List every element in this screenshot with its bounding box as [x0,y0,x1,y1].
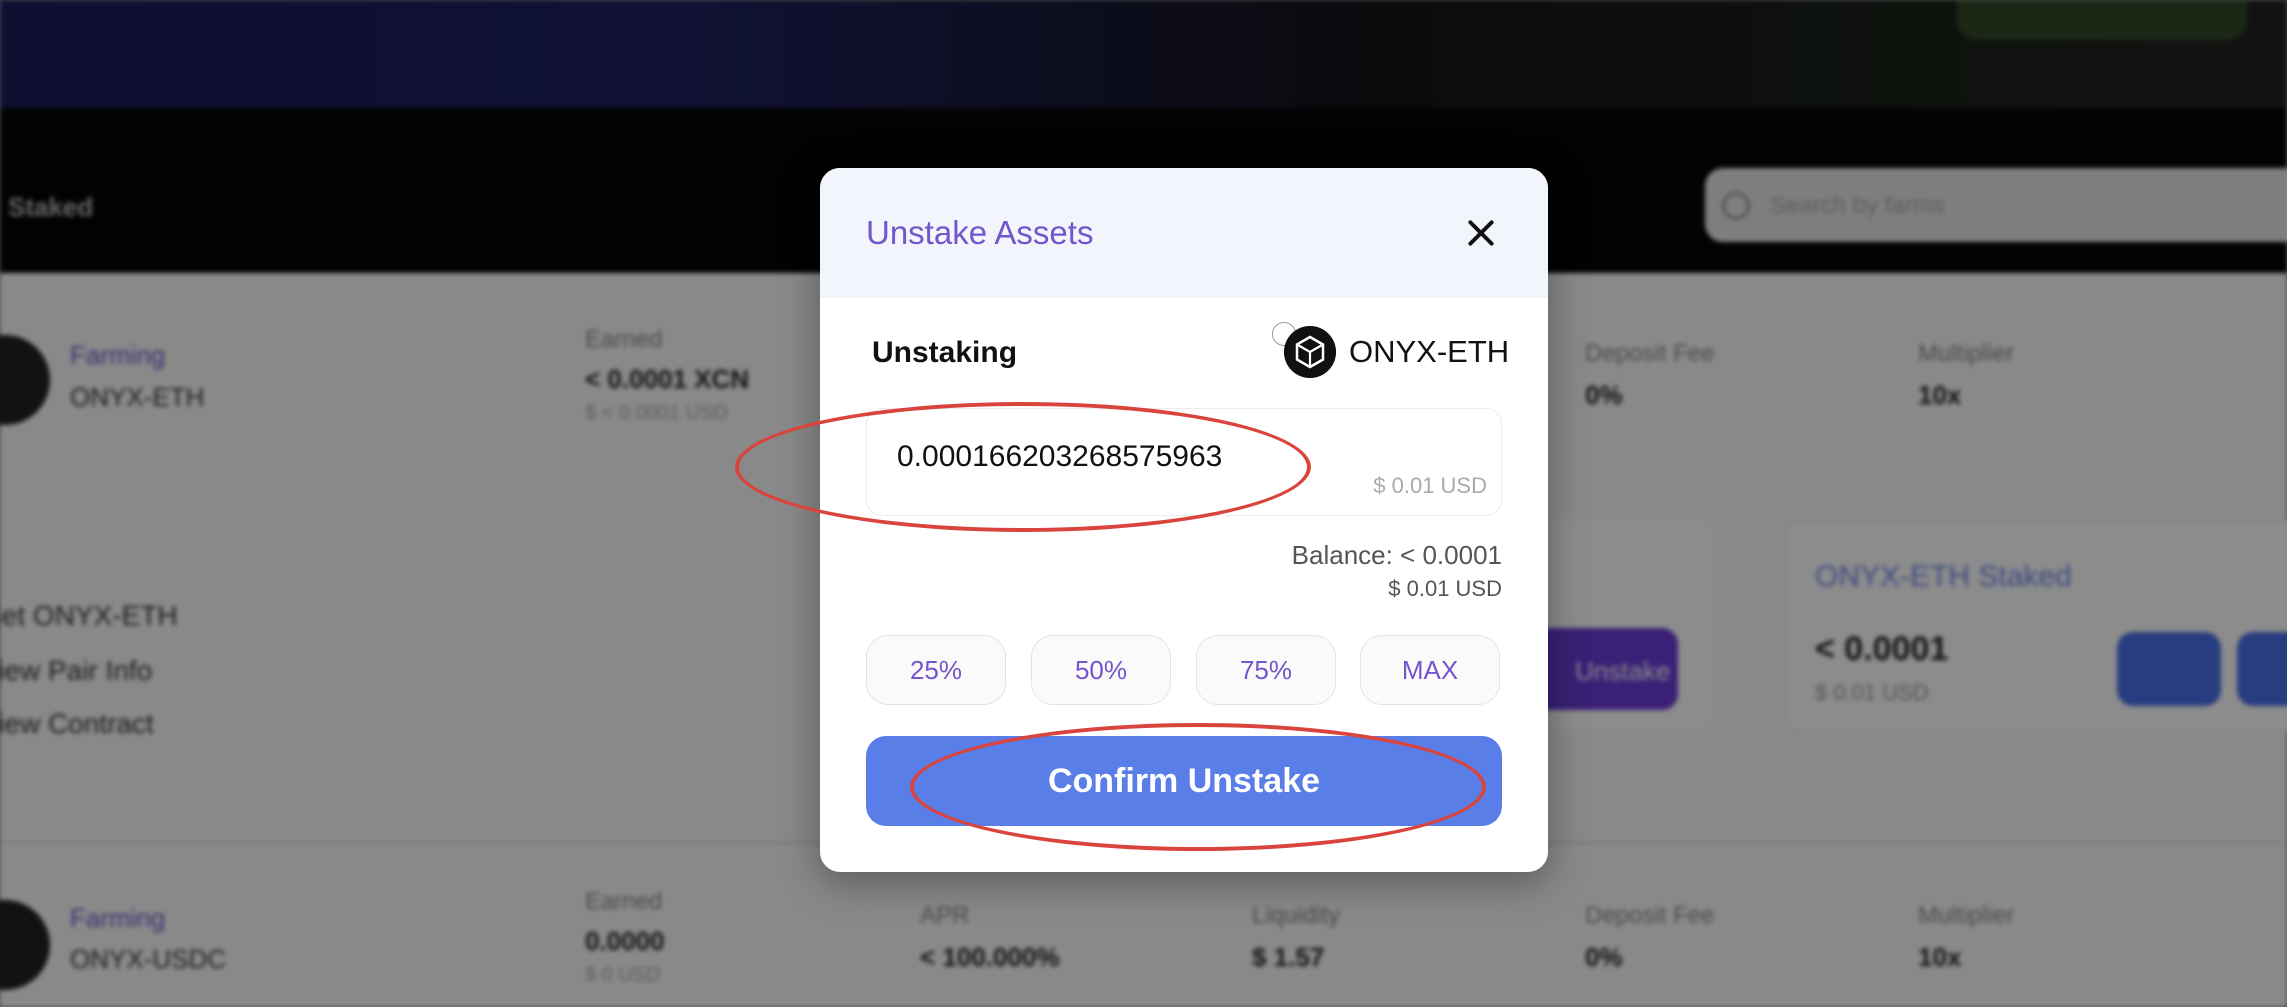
max-button[interactable]: MAX [1360,635,1500,705]
percent-50-button[interactable]: 50% [1031,635,1171,705]
amount-usd-value: $ 0.01 USD [1373,473,1487,498]
close-icon[interactable] [1458,210,1504,256]
onyx-token-icon [1284,326,1336,378]
token-name: ONYX-ETH [1349,334,1510,369]
unstake-modal: Unstake Assets Unstaking ONYX-ETH $ 0.01… [820,168,1548,872]
modal-title: Unstake Assets [866,214,1094,251]
percent-75-button[interactable]: 75% [1196,635,1336,705]
amount-input[interactable] [897,437,1347,477]
amount-field[interactable]: $ 0.01 USD [866,408,1502,516]
confirm-unstake-button[interactable]: Confirm Unstake [866,736,1502,826]
balance-text: Balance: < 0.0001 [1291,540,1502,570]
modal-header: Unstake Assets [820,168,1548,298]
percent-25-button[interactable]: 25% [866,635,1006,705]
unstaking-label: Unstaking [872,336,1018,369]
balance-usd: $ 0.01 USD [1388,576,1502,601]
